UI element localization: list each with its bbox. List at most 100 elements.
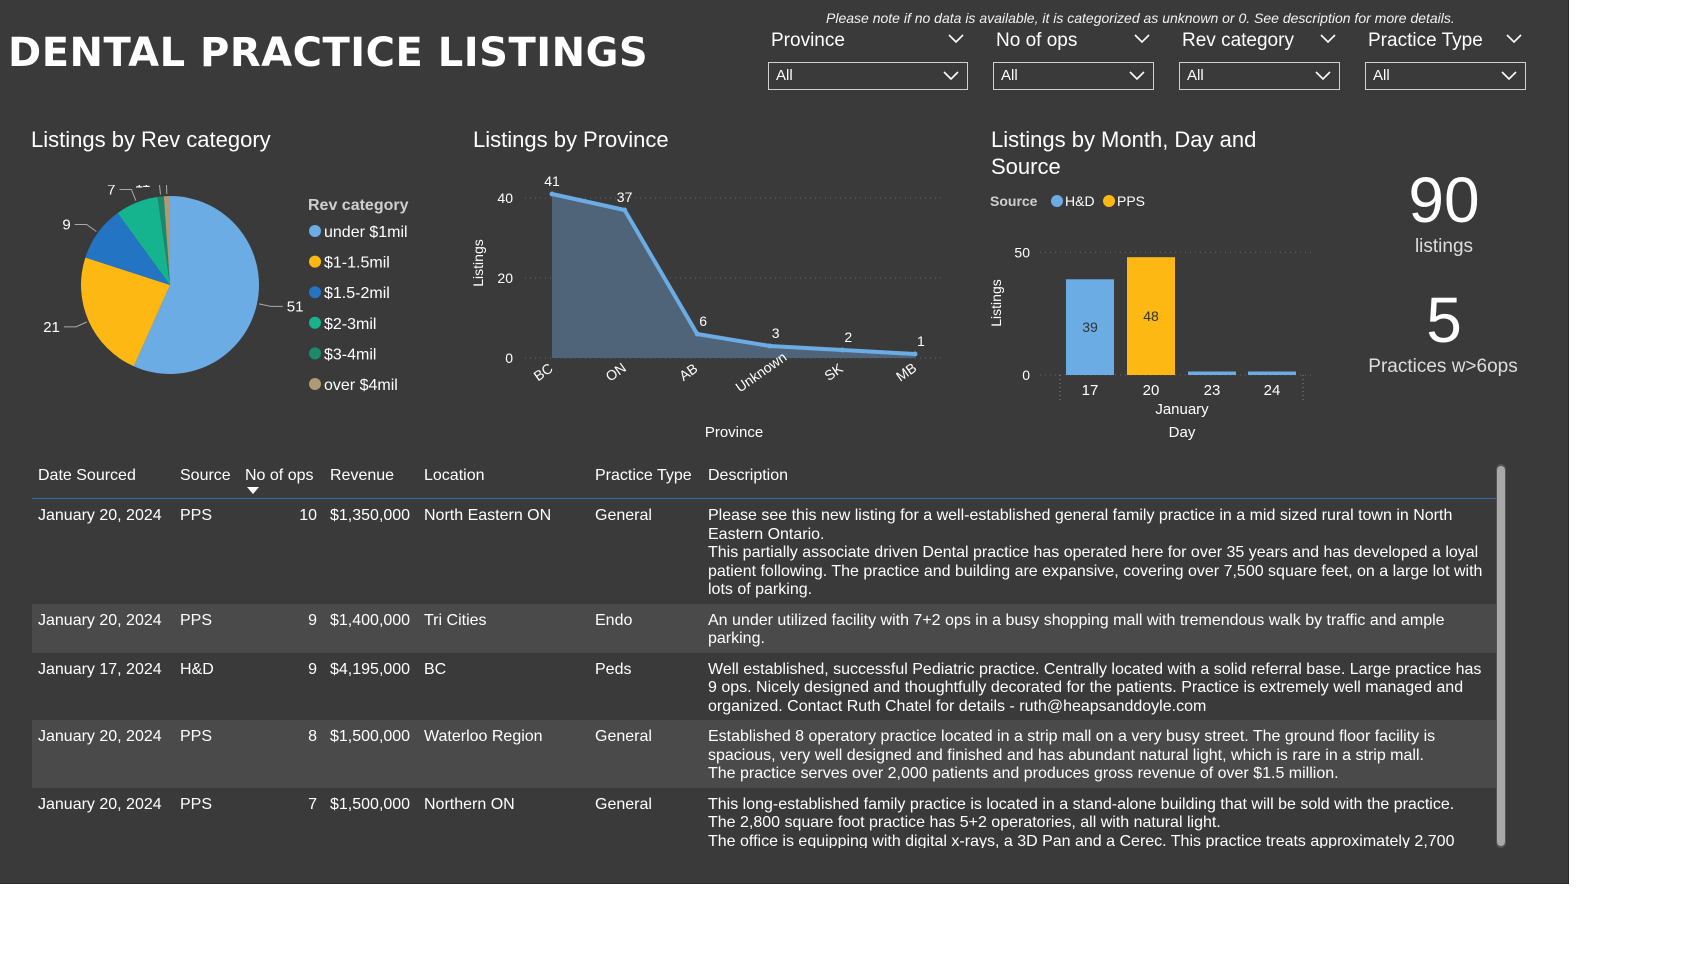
column-header-practice-type[interactable]: Practice Type: [595, 467, 692, 485]
table-row[interactable]: January 20, 2024 PPS 10 $1,350,000 North Eas…: [32, 499, 1498, 604]
x-axis-label: Province: [705, 424, 763, 441]
chevron-down-icon: [1129, 71, 1145, 81]
source-cell: PPS: [180, 795, 213, 813]
x-tick-label: 17: [1082, 382, 1099, 399]
rev-category-pie-chart: 51219711 Rev category under $1mil$1-1.5m…: [43, 185, 409, 394]
y-tick-label: 20: [497, 270, 513, 286]
data-label: 37: [617, 189, 633, 205]
ops-cell: 10: [299, 507, 317, 524]
revenue-cell: $1,500,000: [330, 795, 411, 813]
description-line: This long-established family practice is…: [708, 795, 1455, 813]
legend-item-label[interactable]: $2-3mil: [324, 316, 376, 333]
pie-data-label: 1: [142, 185, 150, 191]
legend-item-label[interactable]: PPS: [1117, 193, 1145, 209]
source-cell: PPS: [180, 728, 213, 745]
date-cell: January 20, 2024: [38, 728, 162, 745]
source-cell: PPS: [180, 507, 213, 524]
table-row[interactable]: January 17, 2024 H&D 9 $4,195,000 BC Peds Well…: [32, 653, 1498, 721]
slicer-label: Province: [771, 30, 845, 51]
month-day-source-bar-chart: Source H&D PPS 39 48 0 50 17 20 23 24 Listings…: [988, 193, 1315, 441]
date-cell: January 20, 2024: [38, 795, 162, 813]
description-line: Well established, successful Pediatric p…: [708, 660, 1482, 715]
legend-item-label[interactable]: over $4mil: [324, 377, 398, 394]
x-group-label: January: [1155, 401, 1209, 418]
x-tick-label: 24: [1264, 382, 1281, 399]
bar[interactable]: [1188, 371, 1236, 376]
bar-data-label: 39: [1082, 319, 1098, 335]
description-cell: Well established, successful Pediatric p…: [708, 661, 1490, 717]
bar[interactable]: [1248, 371, 1296, 376]
data-label: 41: [544, 173, 560, 189]
chevron-down-icon[interactable]: [1320, 34, 1336, 44]
legend-item-label[interactable]: $1-1.5mil: [324, 255, 390, 272]
slicer-label: Rev category: [1182, 30, 1294, 51]
legend-item-label[interactable]: H&D: [1065, 193, 1095, 209]
y-tick-label: 0: [1022, 367, 1030, 383]
ops-cell: 9: [308, 660, 317, 678]
practice-type-cell: General: [595, 728, 652, 745]
table-row[interactable]: January 20, 2024 PPS 7 $1,500,000 Northern O…: [32, 788, 1498, 849]
y-tick-label: 0: [505, 350, 513, 366]
pie-leader-line: [63, 321, 88, 328]
column-header-source[interactable]: Source: [180, 467, 231, 485]
chevron-down-icon[interactable]: [1506, 34, 1522, 44]
column-header-ops[interactable]: No of ops: [245, 467, 313, 494]
pie-leader-line: [74, 223, 97, 232]
area-point[interactable]: [767, 343, 773, 349]
legend-item-label[interactable]: $1.5-2mil: [324, 285, 390, 302]
legend-marker: [1103, 195, 1115, 207]
column-header-revenue[interactable]: Revenue: [330, 467, 394, 485]
y-axis-label: Listings: [988, 279, 1004, 326]
chevron-down-icon[interactable]: [948, 34, 964, 44]
table-row[interactable]: January 20, 2024 PPS 8 $1,500,000 Waterloo R…: [32, 720, 1498, 788]
area-point[interactable]: [839, 347, 845, 353]
y-tick-label: 40: [497, 190, 513, 206]
data-note: Please note if no data is available, it …: [826, 10, 1455, 26]
legend-item-label[interactable]: under $1mil: [324, 224, 408, 241]
slicer-no-of-ops: No of ops All: [993, 30, 1154, 90]
description-cell: This long-established family practice is…: [708, 796, 1490, 849]
slicer-dropdown[interactable]: All: [1179, 62, 1340, 90]
description-cell: Established 8 operatory practice located…: [708, 728, 1490, 784]
practice-type-cell: General: [595, 795, 652, 813]
area-point[interactable]: [694, 331, 700, 337]
slicer-dropdown[interactable]: All: [1365, 62, 1526, 90]
pie-data-label: 21: [43, 319, 60, 336]
revenue-cell: $1,350,000: [330, 507, 411, 524]
column-header-description[interactable]: Description: [708, 467, 788, 485]
legend-marker: [1051, 195, 1063, 207]
practices-count-label: Practices w>6ops: [1368, 356, 1518, 377]
slicer-dropdown[interactable]: All: [768, 62, 968, 90]
area-point[interactable]: [622, 207, 628, 213]
area-chart-title: Listings by Province: [473, 127, 669, 152]
pie-leader-line: [119, 189, 137, 201]
pie-data-label: 9: [62, 216, 70, 233]
pie-data-label: 7: [107, 185, 115, 199]
area-point[interactable]: [549, 191, 555, 197]
location-cell: Tri Cities: [424, 611, 487, 629]
revenue-cell: $1,400,000: [330, 611, 411, 629]
area-point[interactable]: [912, 351, 918, 357]
slicer-practice-type: Practice Type All: [1365, 30, 1526, 90]
x-tick-label: 23: [1204, 382, 1221, 399]
legend-marker: [309, 378, 321, 390]
ops-cell: 8: [308, 728, 317, 745]
table-row[interactable]: January 20, 2024 PPS 9 $1,400,000 Tri Cities…: [32, 603, 1498, 653]
data-label: 3: [772, 325, 780, 341]
bar-data-label: 48: [1143, 308, 1159, 324]
legend-marker: [309, 255, 321, 268]
x-tick-label: SK: [821, 360, 846, 384]
sort-descending-icon: [247, 487, 259, 494]
chevron-down-icon: [1315, 71, 1331, 81]
column-header-date[interactable]: Date Sourced: [38, 467, 136, 485]
chevron-down-icon[interactable]: [1134, 34, 1150, 44]
pie-legend-title: Rev category: [308, 197, 409, 214]
column-header-location[interactable]: Location: [424, 467, 485, 485]
legend-item-label[interactable]: $3-4mil: [324, 346, 376, 363]
slicer-dropdown[interactable]: All: [993, 62, 1154, 90]
practice-type-cell: Peds: [595, 660, 632, 678]
description-cell: An under utilized facility with 7+2 ops …: [708, 612, 1490, 649]
table-scrollbar-thumb[interactable]: [1497, 466, 1505, 846]
description-line: The practice serves over 2,000 patients …: [708, 765, 1339, 782]
x-tick-label: BC: [531, 360, 556, 384]
